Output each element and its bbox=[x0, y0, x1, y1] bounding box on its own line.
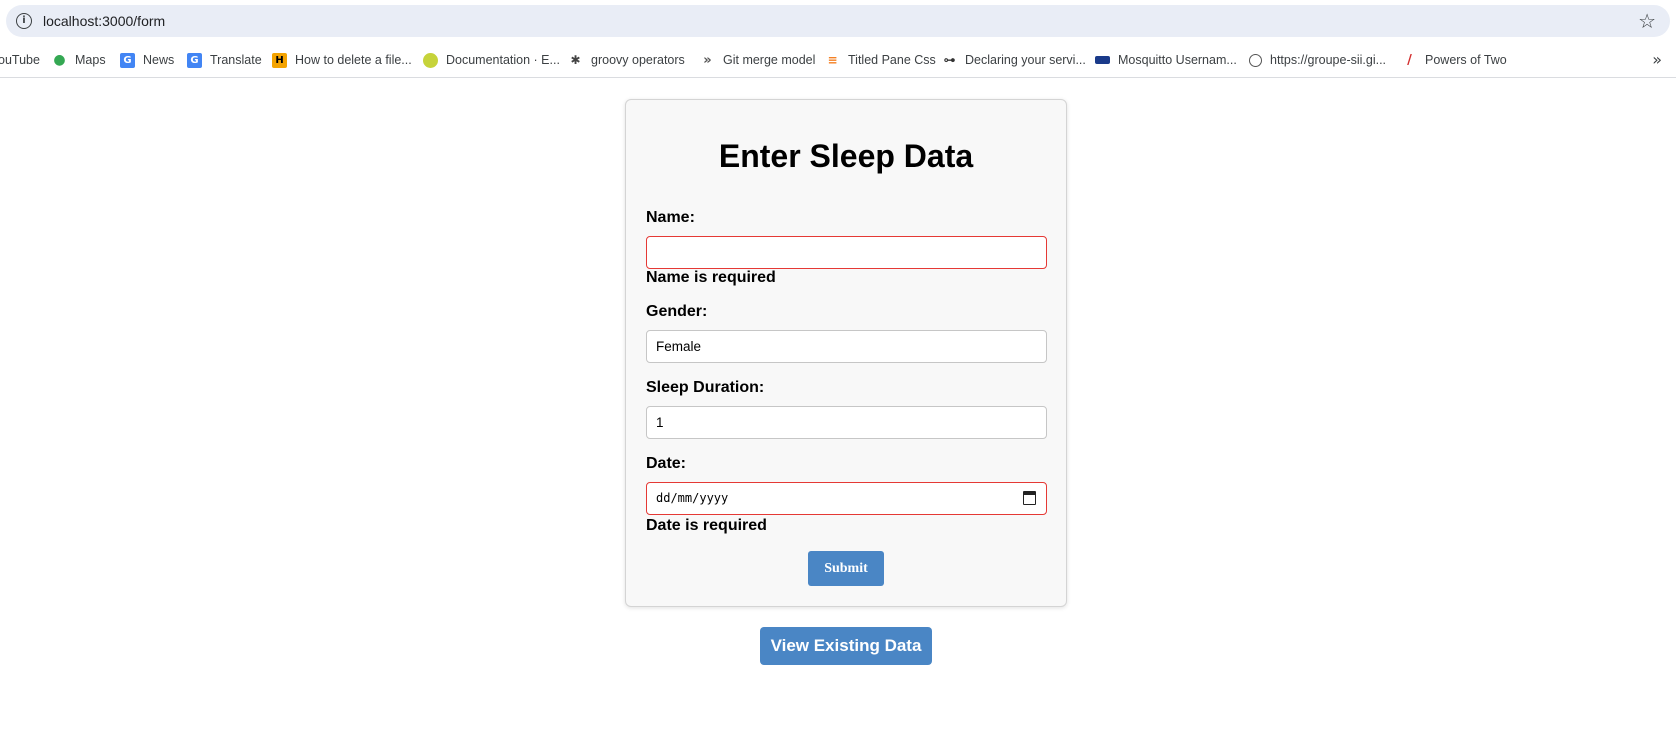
date-error-message: Date is required bbox=[646, 517, 767, 534]
ant-icon: ✱ bbox=[570, 52, 581, 67]
bookmark-label: Mosquitto Usernam... bbox=[1118, 53, 1237, 67]
translate-icon: G bbox=[187, 52, 202, 68]
bookmark-mosquitto[interactable]: Mosquitto Usernam... bbox=[1095, 50, 1237, 70]
submit-button[interactable]: Submit bbox=[808, 551, 884, 586]
bookmark-label: Git merge model bbox=[723, 53, 816, 67]
bookmark-label: Powers of Two bbox=[1425, 53, 1507, 67]
bookmark-powers-of-two[interactable]: / Powers of Two bbox=[1402, 50, 1507, 70]
browser-toolbar: i localhost:3000/form ☆ bbox=[0, 0, 1676, 42]
address-url[interactable]: localhost:3000/form bbox=[43, 13, 165, 29]
site-icon: H bbox=[272, 52, 287, 68]
form-title: Enter Sleep Data bbox=[718, 138, 974, 174]
name-error-message: Name is required bbox=[646, 269, 776, 286]
gender-label: Gender: bbox=[646, 303, 708, 320]
flag-icon bbox=[1095, 56, 1110, 64]
bookmark-star-icon[interactable]: ☆ bbox=[1638, 9, 1656, 33]
gender-input[interactable]: Female bbox=[646, 330, 1047, 363]
sleep-form-card: Enter Sleep Data Name: Name is required … bbox=[625, 99, 1067, 607]
more-bookmarks-icon[interactable]: » bbox=[1652, 50, 1662, 69]
bookmark-translate[interactable]: G Translate bbox=[187, 50, 262, 70]
stackoverflow-icon: ≡ bbox=[827, 52, 838, 67]
globe-icon bbox=[1249, 53, 1262, 67]
feather-icon: / bbox=[1407, 52, 1412, 68]
bookmark-label: Declaring your servi... bbox=[965, 53, 1086, 67]
address-bar[interactable]: i localhost:3000/form ☆ bbox=[6, 5, 1670, 37]
bookmark-label: Titled Pane Css bbox=[848, 53, 936, 67]
bookmarks-bar: ouTube ● Maps G News G Translate H How t… bbox=[0, 42, 1676, 78]
bookmark-label: Maps bbox=[75, 53, 106, 67]
bookmark-declaring[interactable]: ⊶ Declaring your servi... bbox=[942, 50, 1086, 70]
bookmark-groovy[interactable]: ✱ groovy operators bbox=[568, 50, 685, 70]
calendar-icon[interactable] bbox=[1023, 491, 1036, 505]
bookmark-news[interactable]: G News bbox=[120, 50, 174, 70]
docs-icon bbox=[423, 52, 438, 68]
bookmark-label: Documentation · E... bbox=[446, 53, 560, 67]
bookmark-youtube[interactable]: ouTube bbox=[0, 50, 40, 70]
news-icon: G bbox=[120, 52, 135, 68]
view-existing-data-button[interactable]: View Existing Data bbox=[760, 627, 932, 665]
bookmark-label: News bbox=[143, 53, 175, 67]
bookmark-label: groovy operators bbox=[591, 53, 685, 67]
bookmark-label: Translate bbox=[210, 53, 262, 67]
chevrons-icon: » bbox=[703, 52, 712, 68]
date-placeholder: dd/mm/yyyy bbox=[656, 491, 729, 505]
bookmark-label: How to delete a file... bbox=[295, 53, 412, 67]
network-icon: ⊶ bbox=[943, 52, 956, 67]
name-label: Name: bbox=[646, 209, 695, 226]
bookmark-git-merge[interactable]: » Git merge model bbox=[700, 50, 815, 70]
bookmark-label: https://groupe-sii.gi... bbox=[1270, 53, 1387, 67]
date-label: Date: bbox=[646, 455, 687, 472]
name-input[interactable] bbox=[646, 236, 1047, 269]
bookmark-groupe-sii[interactable]: https://groupe-sii.gi... bbox=[1249, 50, 1386, 70]
bookmark-documentation[interactable]: Documentation · E... bbox=[423, 50, 560, 70]
bookmark-label: ouTube bbox=[0, 53, 40, 67]
date-input[interactable]: dd/mm/yyyy bbox=[646, 482, 1047, 515]
bookmark-delete-file[interactable]: H How to delete a file... bbox=[272, 50, 412, 70]
bookmark-maps[interactable]: ● Maps bbox=[52, 50, 106, 70]
bookmark-titled-pane[interactable]: ≡ Titled Pane Css bbox=[825, 50, 936, 70]
maps-pin-icon: ● bbox=[53, 51, 66, 68]
sleep-duration-label: Sleep Duration: bbox=[646, 379, 765, 396]
sleep-duration-input[interactable]: 1 bbox=[646, 406, 1047, 439]
site-info-icon[interactable]: i bbox=[16, 13, 32, 29]
